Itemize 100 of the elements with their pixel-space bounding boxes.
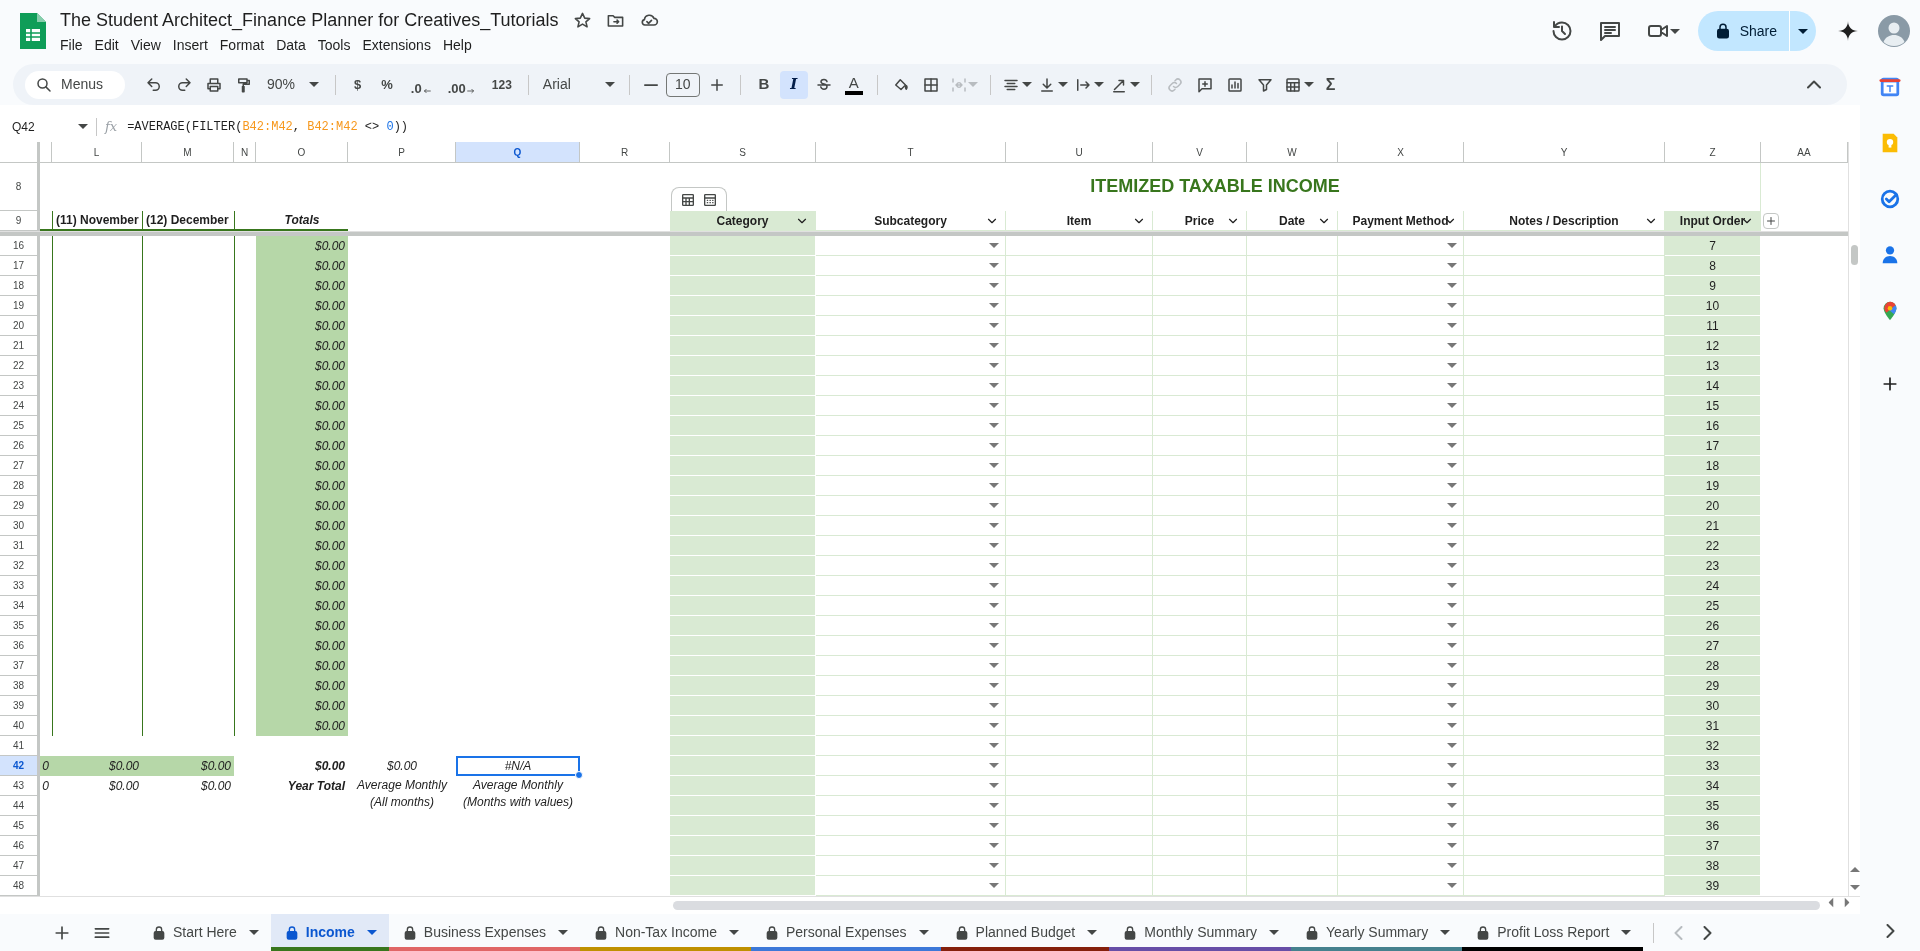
row-header[interactable]: 23 — [0, 376, 40, 396]
column-header[interactable]: W — [1247, 142, 1338, 162]
menu-item[interactable]: File — [54, 35, 89, 55]
dropdown-cell[interactable] — [1338, 636, 1464, 656]
row-header[interactable]: 34 — [0, 596, 40, 616]
dropdown-cell[interactable] — [816, 756, 1006, 776]
row-header[interactable]: 19 — [0, 296, 40, 316]
sheet-tab[interactable]: Yearly Summary — [1291, 914, 1463, 951]
dropdown-cell[interactable] — [816, 316, 1006, 336]
row-header[interactable]: 33 — [0, 576, 40, 596]
scroll-right-icon[interactable] — [1844, 897, 1850, 908]
row-header[interactable]: 40 — [0, 716, 40, 736]
row-header[interactable]: 25 — [0, 416, 40, 436]
dropdown-cell[interactable] — [1338, 596, 1464, 616]
row-header[interactable]: 39 — [0, 696, 40, 716]
dropdown-cell[interactable] — [816, 776, 1006, 796]
menu-item[interactable]: View — [124, 35, 167, 55]
row-header[interactable]: 18 — [0, 276, 40, 296]
menu-item[interactable]: Data — [270, 35, 312, 55]
menu-item[interactable]: Help — [436, 35, 478, 55]
dropdown-cell[interactable] — [816, 576, 1006, 596]
dropdown-cell[interactable] — [1338, 356, 1464, 376]
column-header[interactable]: S — [670, 142, 816, 162]
row-header[interactable]: 37 — [0, 656, 40, 676]
row-header[interactable]: 8 — [0, 163, 40, 211]
dropdown-cell[interactable] — [1338, 816, 1464, 836]
dropdown-cell[interactable] — [1338, 276, 1464, 296]
column-header[interactable]: L — [52, 142, 142, 162]
dropdown-cell[interactable] — [816, 516, 1006, 536]
table-options-tab[interactable] — [671, 187, 727, 211]
menu-item[interactable]: Insert — [166, 35, 214, 55]
avatar-icon[interactable] — [1878, 15, 1910, 47]
comment-icon[interactable] — [1597, 19, 1622, 43]
row-header[interactable]: 47 — [0, 856, 40, 876]
dropdown-cell[interactable] — [816, 396, 1006, 416]
scroll-down-icon[interactable] — [1850, 885, 1860, 890]
dropdown-cell[interactable] — [1338, 656, 1464, 676]
name-box[interactable]: Q42 — [0, 114, 96, 139]
row-header[interactable]: 21 — [0, 336, 40, 356]
column-header[interactable]: X — [1338, 142, 1464, 162]
dropdown-cell[interactable] — [816, 456, 1006, 476]
dropdown-cell[interactable] — [1338, 696, 1464, 716]
dropdown-cell[interactable] — [1338, 416, 1464, 436]
row-header[interactable]: 43 — [0, 776, 40, 796]
column-header[interactable]: U — [1006, 142, 1153, 162]
menu-item[interactable]: Format — [213, 35, 271, 55]
dropdown-cell[interactable] — [1338, 676, 1464, 696]
row-header[interactable]: 28 — [0, 476, 40, 496]
font-size-field[interactable]: 10 — [665, 72, 700, 97]
column-header[interactable]: Z — [1665, 142, 1761, 162]
dropdown-cell[interactable] — [816, 436, 1006, 456]
dropdown-cell[interactable] — [816, 596, 1006, 616]
dropdown-cell[interactable] — [816, 356, 1006, 376]
zoom-dropdown[interactable]: 90% — [259, 69, 328, 100]
table-column-header[interactable]: Payment Method — [1338, 211, 1464, 231]
bold-button[interactable]: B — [749, 70, 778, 99]
dropdown-cell[interactable] — [1338, 536, 1464, 556]
column-header[interactable]: V — [1153, 142, 1247, 162]
scroll-left-icon[interactable] — [1828, 897, 1834, 908]
table-column-header[interactable]: Item — [1006, 211, 1153, 231]
row-header[interactable]: 17 — [0, 256, 40, 276]
dropdown-cell[interactable] — [1338, 396, 1464, 416]
menu-item[interactable]: Edit — [88, 35, 125, 55]
column-header[interactable]: N — [234, 142, 256, 162]
dropdown-cell[interactable] — [1338, 736, 1464, 756]
sheet-tab[interactable]: Start Here — [138, 914, 271, 951]
column-header[interactable]: R — [580, 142, 670, 162]
calculator-icon[interactable] — [702, 191, 718, 208]
row-header[interactable]: 42 — [0, 756, 40, 776]
dropdown-cell[interactable] — [1338, 776, 1464, 796]
dropdown-cell[interactable] — [816, 556, 1006, 576]
sheet-tab[interactable]: Income — [270, 914, 389, 951]
dropdown-cell[interactable] — [1338, 876, 1464, 896]
row-header[interactable]: 16 — [0, 236, 40, 256]
dropdown-cell[interactable] — [816, 676, 1006, 696]
dropdown-cell[interactable] — [1338, 316, 1464, 336]
dropdown-cell[interactable] — [816, 376, 1006, 396]
font-dropdown[interactable]: Arial — [536, 69, 621, 100]
decrease-decimal-button[interactable]: .0 — [402, 72, 440, 97]
sheets-logo-icon[interactable] — [18, 12, 48, 50]
dropdown-cell[interactable] — [1338, 296, 1464, 316]
sheet-tab[interactable]: Personal Expenses — [750, 914, 941, 951]
dropdown-cell[interactable] — [816, 796, 1006, 816]
dropdown-cell[interactable] — [1338, 576, 1464, 596]
dropdown-cell[interactable] — [1338, 456, 1464, 476]
table-column-header[interactable]: Date — [1247, 211, 1338, 231]
dropdown-cell[interactable] — [816, 296, 1006, 316]
dropdown-cell[interactable] — [816, 736, 1006, 756]
tasks-icon[interactable] — [1879, 188, 1901, 210]
dropdown-cell[interactable] — [816, 416, 1006, 436]
dropdown-cell[interactable] — [1338, 516, 1464, 536]
dropdown-cell[interactable] — [816, 496, 1006, 516]
percent-button[interactable]: % — [371, 74, 403, 95]
row-header[interactable]: 32 — [0, 556, 40, 576]
sheet-tab[interactable]: Planned Budget — [940, 914, 1110, 951]
add-column-button[interactable] — [1763, 213, 1779, 229]
dropdown-cell[interactable] — [1338, 496, 1464, 516]
row-header[interactable]: 27 — [0, 456, 40, 476]
row-header[interactable]: 35 — [0, 616, 40, 636]
sheet-tab[interactable]: Non-Tax Income — [580, 914, 751, 951]
